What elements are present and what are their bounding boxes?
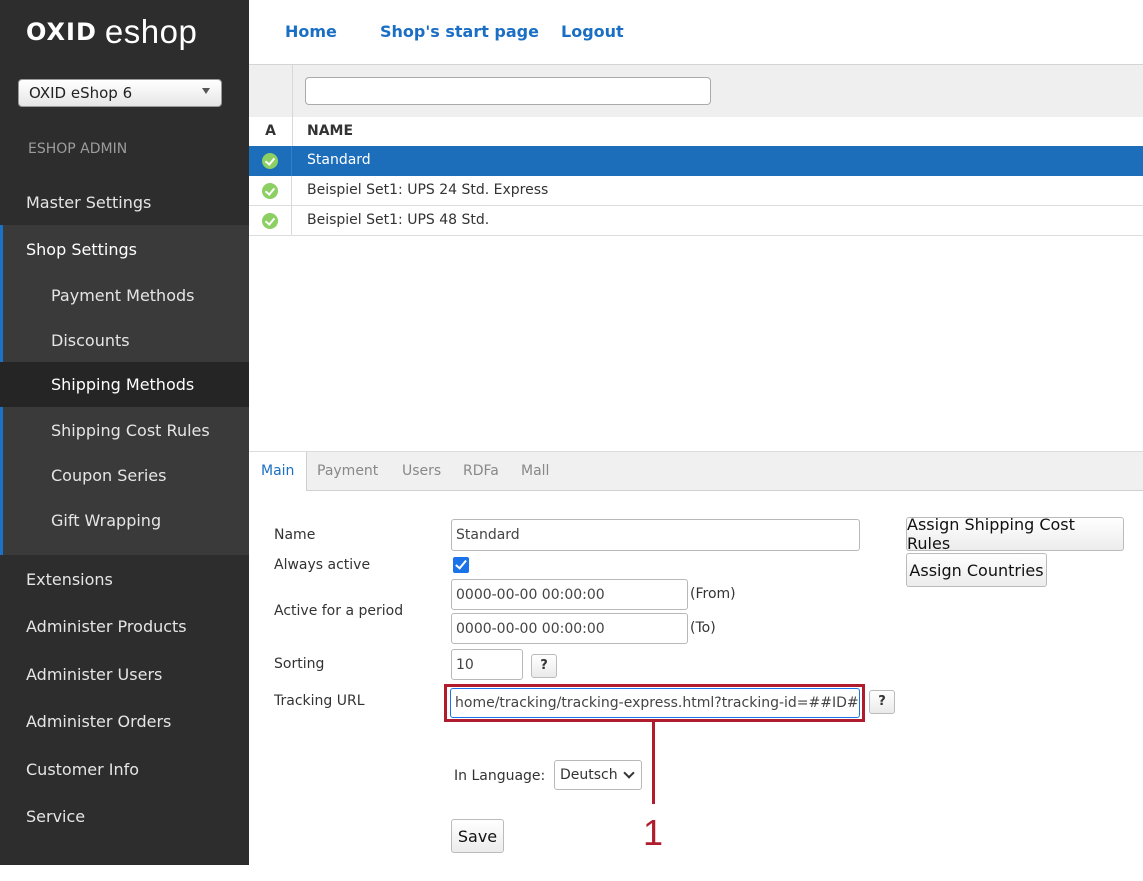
sidebar-item-service[interactable]: Service <box>0 793 249 840</box>
row-name[interactable]: Beispiel Set1: UPS 48 Std. <box>307 206 489 235</box>
annotation-callout-line <box>652 722 655 804</box>
annotation-number: 1 <box>643 812 664 853</box>
always-active-label: Always active <box>274 557 371 573</box>
to-suffix-label: (To) <box>690 620 716 636</box>
column-header-name[interactable]: NAME <box>307 117 353 146</box>
chevron-down-icon <box>623 767 635 779</box>
filter-active-cell <box>249 65 293 117</box>
sorting-field[interactable]: 10 <box>451 649 523 680</box>
brand-logo-eshop: eshop <box>104 13 198 50</box>
nav-start-page-link[interactable]: Shop's start page <box>380 22 539 41</box>
tab-payment[interactable]: Payment <box>317 452 378 490</box>
column-header-active[interactable]: A <box>249 117 293 146</box>
sorting-help-button[interactable]: ? <box>531 654 557 678</box>
save-button[interactable]: Save <box>451 819 504 853</box>
language-select-value: Deutsch <box>560 767 618 783</box>
nav-home-link[interactable]: Home <box>285 22 337 41</box>
assign-countries-button[interactable]: Assign Countries <box>906 553 1047 587</box>
sidebar-item-customer-info[interactable]: Customer Info <box>0 745 249 793</box>
sidebar-subitem-payment-methods[interactable]: Payment Methods <box>0 273 249 318</box>
tracking-url-help-button[interactable]: ? <box>869 690 895 714</box>
bottom-strip <box>0 865 1143 881</box>
annotation-highlight-box <box>444 684 865 722</box>
active-cell <box>249 176 292 205</box>
name-field[interactable]: Standard <box>451 519 860 551</box>
tab-rdfa[interactable]: RDFa <box>463 452 499 490</box>
active-check-icon <box>262 153 278 169</box>
active-period-label: Active for a period <box>274 603 404 619</box>
active-check-icon <box>262 183 278 199</box>
tab-mall[interactable]: Mall <box>521 452 549 490</box>
table-row[interactable]: Standard <box>249 146 1143 176</box>
sidebar-subitem-shipping-methods[interactable]: Shipping Methods <box>0 362 249 407</box>
sidebar-item-administer-users[interactable]: Administer Users <box>0 650 249 698</box>
name-label: Name <box>274 527 316 543</box>
sidebar-item-administer-orders[interactable]: Administer Orders <box>0 698 249 745</box>
submenu-shop-settings: Shop Settings Payment Methods Discounts … <box>0 225 249 555</box>
active-cell <box>249 146 292 176</box>
always-active-checkbox[interactable] <box>453 557 469 573</box>
sidebar: OXID eshop OXID eShop 6 ESHOP ADMIN Mast… <box>0 0 249 865</box>
active-to-field[interactable]: 0000-00-00 00:00:00 <box>451 613 688 644</box>
shop-selector[interactable]: OXID eShop 6 <box>18 79 222 107</box>
active-from-field[interactable]: 0000-00-00 00:00:00 <box>451 579 688 610</box>
shop-selector-value: OXID eShop 6 <box>29 84 133 102</box>
caret-down-icon <box>202 88 210 94</box>
table-row[interactable]: Beispiel Set1: UPS 48 Std. <box>249 206 1143 236</box>
from-suffix-label: (From) <box>690 586 736 602</box>
tab-main[interactable]: Main <box>249 452 308 491</box>
brand-logo[interactable]: OXID eshop <box>26 12 197 52</box>
sidebar-subitem-gift-wrapping[interactable]: Gift Wrapping <box>0 498 249 543</box>
sidebar-item-administer-products[interactable]: Administer Products <box>0 603 249 650</box>
sidebar-subitem-discounts[interactable]: Discounts <box>0 318 249 363</box>
detail-tabs: Main Payment Users RDFa Mall <box>249 451 1143 491</box>
row-name[interactable]: Standard <box>307 146 371 175</box>
sidebar-subitem-shipping-cost-rules[interactable]: Shipping Cost Rules <box>0 408 249 453</box>
brand-logo-oxid: OXID <box>26 18 97 46</box>
language-label: In Language: <box>454 768 546 784</box>
nav-logout-link[interactable]: Logout <box>561 22 624 41</box>
name-filter-input[interactable] <box>305 77 711 105</box>
sidebar-subitem-coupon-series[interactable]: Coupon Series <box>0 453 249 498</box>
tab-users[interactable]: Users <box>402 452 441 490</box>
tracking-url-label: Tracking URL <box>274 693 365 709</box>
list-header: A NAME <box>249 117 1143 146</box>
assign-shipping-cost-rules-button[interactable]: Assign Shipping Cost Rules <box>906 515 1124 553</box>
language-select[interactable]: Deutsch <box>554 760 642 790</box>
sorting-label: Sorting <box>274 656 325 672</box>
sidebar-item-extensions[interactable]: Extensions <box>0 556 249 603</box>
table-row[interactable]: Beispiel Set1: UPS 24 Std. Express <box>249 176 1143 206</box>
row-name[interactable]: Beispiel Set1: UPS 24 Std. Express <box>307 176 548 205</box>
sidebar-item-shop-settings[interactable]: Shop Settings <box>3 225 252 273</box>
active-cell <box>249 206 292 235</box>
sidebar-item-master-settings[interactable]: Master Settings <box>0 179 249 225</box>
list-filter-row <box>249 65 1143 118</box>
active-check-icon <box>262 213 278 229</box>
admin-section-label: ESHOP ADMIN <box>28 141 128 157</box>
top-navigation: Home Shop's start page Logout <box>249 0 1143 65</box>
